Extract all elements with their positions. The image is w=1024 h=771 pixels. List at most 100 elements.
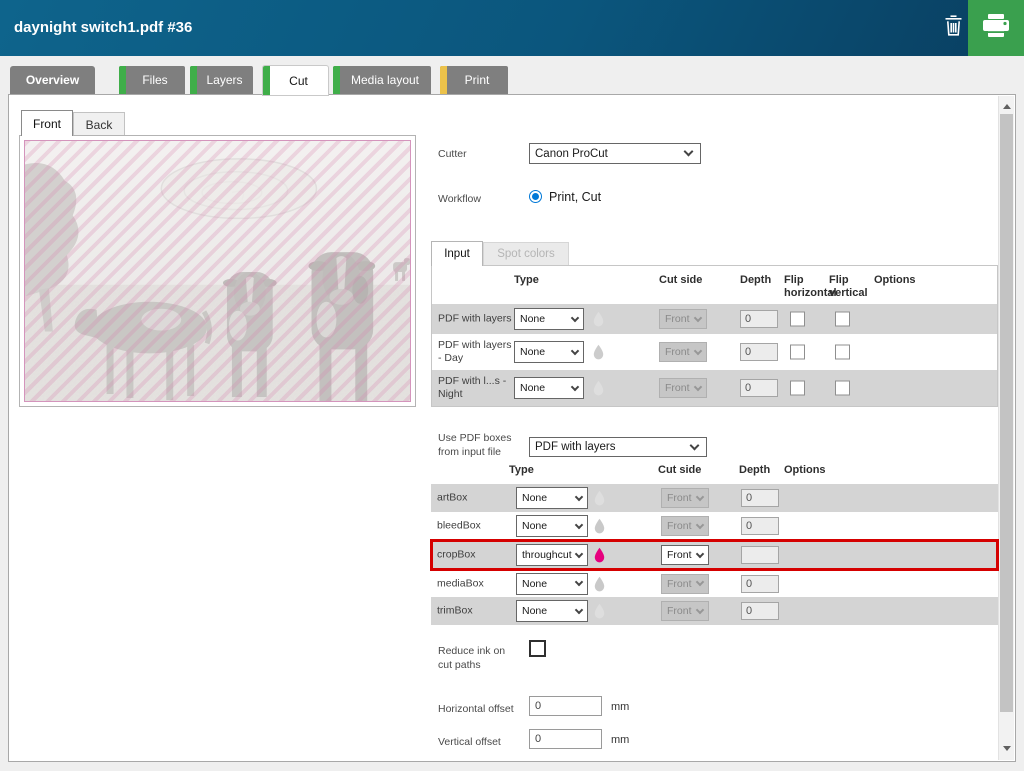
- row-label: PDF with layers - Day: [438, 339, 516, 365]
- ink-droplet-icon: [592, 380, 605, 396]
- table-row: PDF with layersNoneFront0: [432, 304, 997, 334]
- tab-accent: [190, 66, 197, 94]
- cut-side-select[interactable]: Front: [659, 342, 707, 362]
- type-select[interactable]: None: [514, 341, 584, 363]
- scrollbar-thumb[interactable]: [1000, 114, 1013, 712]
- tab-front[interactable]: Front: [21, 110, 73, 136]
- scroll-up-icon[interactable]: [999, 98, 1014, 114]
- ink-droplet-icon: [592, 344, 605, 360]
- vertical-scrollbar[interactable]: [998, 96, 1014, 760]
- chevron-down-icon: [575, 549, 583, 557]
- ink-droplet-icon: [593, 518, 606, 534]
- trash-icon: [943, 13, 964, 43]
- flip-vertical-checkbox[interactable]: [835, 381, 850, 396]
- tab-media-layout[interactable]: Media layout: [333, 66, 431, 94]
- print-button[interactable]: [968, 0, 1024, 56]
- tab-back[interactable]: Back: [73, 112, 125, 136]
- chevron-down-icon: [696, 578, 704, 586]
- reduce-ink-checkbox[interactable]: [529, 640, 546, 657]
- ink-droplet-icon: [593, 576, 606, 592]
- tab-accent: [263, 66, 270, 95]
- depth-input[interactable]: 0: [741, 602, 779, 620]
- flip-horizontal-checkbox[interactable]: [790, 312, 805, 327]
- chevron-down-icon: [696, 605, 704, 613]
- cut-side-select[interactable]: Front: [661, 516, 709, 536]
- depth-input[interactable]: [741, 546, 779, 564]
- cut-settings-panel: Front Back: [8, 94, 1016, 762]
- depth-input[interactable]: 0: [740, 379, 778, 397]
- cut-side-select[interactable]: Front: [661, 601, 709, 621]
- ink-droplet-icon: [593, 547, 606, 563]
- workflow-radio-print-cut[interactable]: [529, 190, 542, 203]
- layers-table-header: Type Cut side Depth Flip horizontal Flip…: [432, 266, 997, 304]
- tab-layers[interactable]: Layers: [190, 66, 253, 94]
- row-label: trimBox: [437, 605, 515, 618]
- chevron-down-icon: [694, 346, 702, 354]
- depth-input[interactable]: 0: [740, 310, 778, 328]
- tab-accent: [440, 66, 447, 94]
- depth-input[interactable]: 0: [741, 517, 779, 535]
- depth-input[interactable]: 0: [740, 343, 778, 361]
- type-select[interactable]: None: [516, 573, 588, 595]
- vertical-offset-input[interactable]: 0: [529, 729, 602, 749]
- row-label: mediaBox: [437, 577, 515, 590]
- tab-spot-colors[interactable]: Spot colors: [483, 242, 569, 265]
- chevron-down-icon: [571, 313, 579, 321]
- tab-cut[interactable]: Cut: [263, 66, 328, 95]
- flip-horizontal-checkbox[interactable]: [790, 381, 805, 396]
- table-row: cropBoxthroughcutFront: [431, 540, 998, 570]
- tab-input[interactable]: Input: [431, 241, 483, 266]
- tab-overview[interactable]: Overview: [10, 66, 95, 94]
- type-select[interactable]: throughcut: [516, 544, 588, 566]
- chevron-down-icon: [696, 492, 704, 500]
- cut-side-select[interactable]: Front: [659, 309, 707, 329]
- pdf-boxes-table-rows: artBoxNoneFront0bleedBoxNoneFront0cropBo…: [431, 484, 998, 625]
- document-preview-image: [24, 140, 411, 402]
- main-tab-bar: Overview Files Layers Cut Media layout P…: [0, 56, 1024, 94]
- title-bar: daynight switch1.pdf #36: [0, 0, 1024, 56]
- tab-print[interactable]: Print: [440, 66, 508, 94]
- flip-vertical-checkbox[interactable]: [835, 312, 850, 327]
- ink-droplet-icon: [592, 311, 605, 327]
- type-select[interactable]: None: [514, 377, 584, 399]
- type-select[interactable]: None: [516, 487, 588, 509]
- table-row: bleedBoxNone Front 0: [431, 512, 998, 540]
- cut-side-select[interactable]: Front: [661, 488, 709, 508]
- pdf-boxes-table: Type Cut side Depth Options artBoxNoneFr…: [431, 461, 998, 625]
- row-label: PDF with l...s - Night: [438, 375, 516, 401]
- chevron-down-icon: [571, 346, 579, 354]
- chevron-down-icon: [575, 492, 583, 500]
- cut-side-select[interactable]: Front: [661, 574, 709, 594]
- table-row: mediaBoxNone Front 0: [431, 570, 998, 597]
- cutter-label: Cutter: [438, 147, 467, 161]
- tab-files[interactable]: Files: [119, 66, 185, 94]
- chevron-down-icon: [694, 382, 702, 390]
- use-pdf-boxes-label: Use PDF boxes from input file: [438, 431, 523, 459]
- chevron-down-icon: [684, 147, 694, 157]
- use-pdf-boxes-select[interactable]: PDF with layers: [529, 437, 707, 457]
- cutter-select[interactable]: Canon ProCut: [529, 143, 701, 164]
- chevron-down-icon: [690, 440, 700, 450]
- flip-horizontal-checkbox[interactable]: [790, 345, 805, 360]
- tab-accent: [333, 66, 340, 94]
- input-layers-table: Type Cut side Depth Flip horizontal Flip…: [431, 265, 998, 407]
- row-label: bleedBox: [437, 520, 515, 533]
- flip-vertical-checkbox[interactable]: [835, 345, 850, 360]
- chevron-down-icon: [575, 520, 583, 528]
- table-row: trimBoxNone Front 0: [431, 597, 998, 625]
- type-select[interactable]: None: [514, 308, 584, 330]
- delete-button[interactable]: [936, 13, 970, 43]
- depth-input[interactable]: 0: [741, 575, 779, 593]
- scroll-down-icon[interactable]: [999, 740, 1014, 756]
- type-select[interactable]: None: [516, 600, 588, 622]
- cut-side-select[interactable]: Front: [661, 545, 709, 565]
- type-select[interactable]: None: [516, 515, 588, 537]
- row-label: artBox: [437, 492, 515, 505]
- vertical-offset-unit: mm: [611, 734, 629, 746]
- chevron-down-icon: [696, 549, 704, 557]
- cut-side-select[interactable]: Front: [659, 378, 707, 398]
- horizontal-offset-unit: mm: [611, 701, 629, 713]
- ink-droplet-icon: [593, 490, 606, 506]
- depth-input[interactable]: 0: [741, 489, 779, 507]
- horizontal-offset-input[interactable]: 0: [529, 696, 602, 716]
